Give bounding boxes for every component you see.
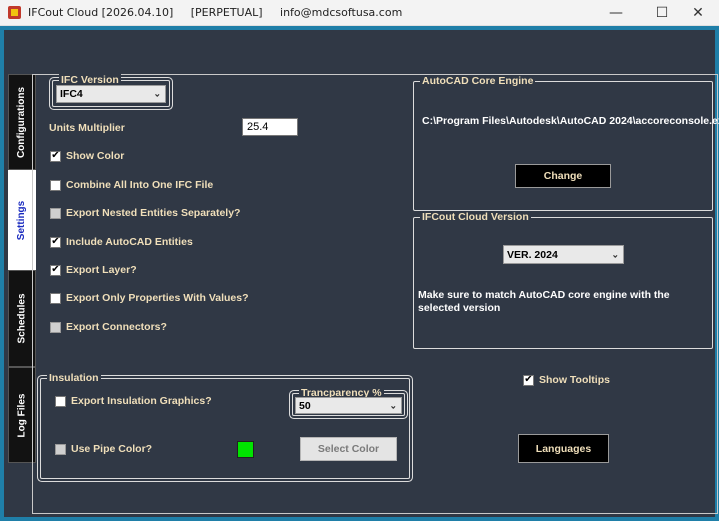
ifcout-cloud-version-group: IFCout Cloud Version VER. 2024 ⌄ Make su…	[413, 211, 713, 349]
ifcout-cloud-version-legend: IFCout Cloud Version	[420, 211, 531, 223]
show-color-checkbox[interactable]: ✔ Show Color	[50, 150, 124, 162]
checkbox-box	[55, 443, 66, 455]
checkbox-box	[50, 179, 61, 191]
window-body: Configurations Settings Schedules Log Fi…	[4, 30, 719, 517]
use-pipe-color-label: Use Pipe Color?	[71, 443, 153, 455]
title-bar: IFCout Cloud [2026.04.10] [PERPETUAL] in…	[0, 0, 719, 26]
minimize-button[interactable]: —	[593, 0, 639, 26]
checkbox-box	[50, 207, 61, 219]
settings-panel: IFC Version IFC4 ⌄ Units Multiplier 25.4…	[32, 74, 719, 514]
tab-label: Schedules	[16, 293, 28, 344]
ifc-version-value: IFC4	[60, 88, 83, 100]
include-autocad-label: Include AutoCAD Entities	[66, 236, 193, 248]
units-multiplier-label: Units Multiplier	[49, 122, 125, 134]
include-autocad-checkbox[interactable]: ✔ Include AutoCAD Entities	[50, 236, 193, 248]
export-layer-checkbox[interactable]: ✔ Export Layer?	[50, 264, 137, 276]
change-button[interactable]: Change	[515, 164, 611, 188]
languages-button[interactable]: Languages	[518, 434, 609, 463]
tab-label: Log Files	[16, 393, 28, 437]
tab-label: Settings	[16, 200, 28, 240]
units-multiplier-input[interactable]: 25.4	[242, 118, 298, 136]
pipe-color-swatch[interactable]	[237, 441, 254, 458]
export-connectors-label: Export Connectors?	[66, 321, 167, 333]
export-layer-label: Export Layer?	[66, 264, 137, 276]
export-only-properties-checkbox[interactable]: Export Only Properties With Values?	[50, 292, 249, 304]
chevron-down-icon: ⌄	[611, 249, 619, 259]
show-color-label: Show Color	[66, 150, 125, 162]
transparency-value: 50	[299, 399, 311, 412]
window-frame: Configurations Settings Schedules Log Fi…	[0, 26, 719, 521]
close-button[interactable]: ✕	[675, 0, 719, 26]
insulation-legend: Insulation	[47, 372, 101, 384]
combine-ifc-checkbox[interactable]: Combine All Into One IFC File	[50, 179, 213, 191]
cloud-version-note: Make sure to match AutoCAD core engine w…	[418, 289, 670, 314]
ifc-version-group: IFC Version IFC4 ⌄	[52, 74, 170, 107]
export-insulation-graphics-label: Export Insulation Graphics?	[71, 395, 212, 407]
show-tooltips-checkbox[interactable]: ✔ Show Tooltips	[523, 374, 610, 386]
export-nested-checkbox[interactable]: Export Nested Entities Separately?	[50, 207, 240, 219]
export-only-properties-label: Export Only Properties With Values?	[66, 292, 249, 304]
show-tooltips-label: Show Tooltips	[539, 374, 610, 386]
use-pipe-color-checkbox[interactable]: Use Pipe Color?	[55, 443, 152, 455]
transparency-group: Trancparency % 50 ⌄	[292, 387, 405, 416]
transparency-select[interactable]: 50 ⌄	[295, 397, 402, 414]
checkbox-box	[55, 395, 66, 407]
chevron-down-icon: ⌄	[389, 400, 397, 410]
export-insulation-graphics-checkbox[interactable]: Export Insulation Graphics?	[55, 395, 212, 407]
checkbox-box	[50, 292, 61, 304]
export-nested-label: Export Nested Entities Separately?	[66, 207, 241, 219]
autocad-core-engine-group: AutoCAD Core Engine C:\Program Files\Aut…	[413, 75, 719, 211]
checkbox-box: ✔	[50, 150, 61, 162]
chevron-down-icon: ⌄	[153, 88, 161, 99]
autocad-core-engine-legend: AutoCAD Core Engine	[420, 75, 536, 87]
select-color-button[interactable]: Select Color	[300, 437, 397, 461]
tab-label: Configurations	[16, 86, 28, 158]
checkbox-box	[50, 321, 61, 333]
core-engine-path: C:\Program Files\Autodesk\AutoCAD 2024\a…	[422, 115, 719, 127]
checkbox-box: ✔	[50, 236, 61, 248]
insulation-group: Insulation Export Insulation Graphics? T…	[40, 372, 410, 479]
export-connectors-checkbox[interactable]: Export Connectors?	[50, 321, 167, 333]
ifc-version-select[interactable]: IFC4 ⌄	[56, 85, 166, 103]
checkbox-box: ✔	[50, 264, 61, 276]
cloud-version-value: VER. 2024	[507, 248, 558, 261]
app-icon	[8, 6, 21, 19]
window-title: IFCout Cloud [2026.04.10] [PERPETUAL] in…	[28, 6, 403, 19]
cloud-version-select[interactable]: VER. 2024 ⌄	[503, 245, 624, 264]
combine-ifc-label: Combine All Into One IFC File	[66, 179, 214, 191]
checkbox-box: ✔	[523, 374, 534, 386]
